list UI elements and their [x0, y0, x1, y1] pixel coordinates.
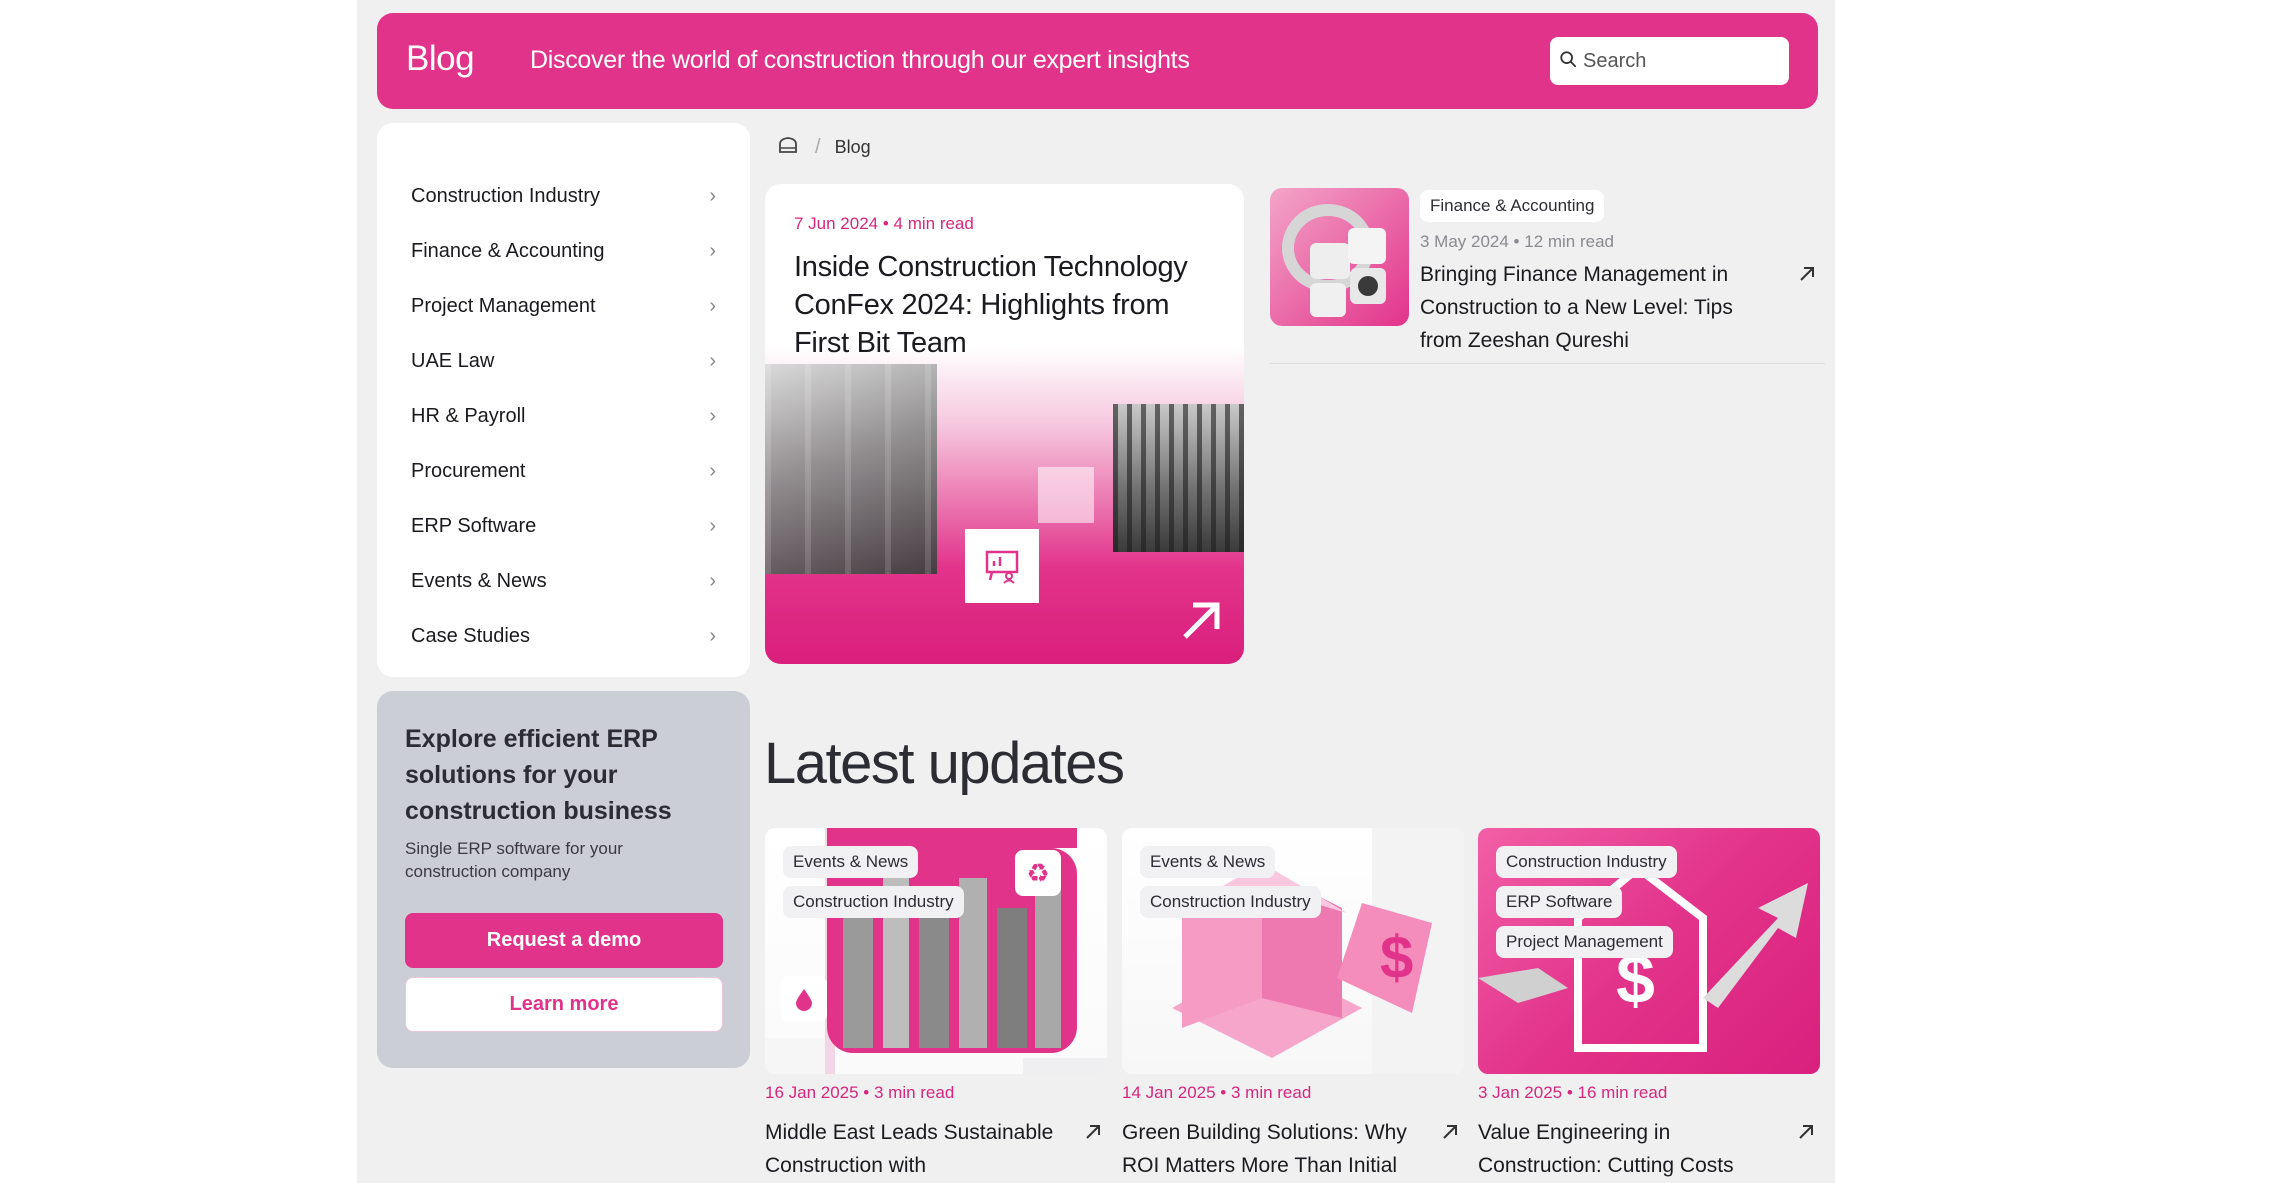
article-card-meta: 3 Jan 2025 • 16 min read [1478, 1083, 1668, 1102]
side-article[interactable]: Finance & Accounting 3 May 2024 • 12 min… [1270, 188, 1825, 364]
promo-title: Explore efficient ERP solutions for your… [405, 725, 672, 825]
featured-photo-right [1113, 404, 1244, 552]
category-tag[interactable]: Construction Industry [783, 886, 964, 918]
article-card-image: Events & News Construction Industry ♻ [765, 828, 1107, 1074]
arrow-up-right-icon[interactable] [1796, 1122, 1816, 1142]
search-input[interactable] [1581, 48, 1775, 74]
chevron-right-icon: › [709, 404, 716, 427]
breadcrumb-current: Blog [834, 137, 871, 157]
article-card-meta: 16 Jan 2025 • 3 min read [765, 1083, 955, 1102]
breadcrumb-separator: / [815, 136, 821, 158]
chevron-right-icon: › [709, 239, 716, 262]
sidebar-item-label: Events & News [411, 569, 547, 592]
blog-tagline: Discover the world of construction throu… [530, 46, 1190, 74]
sidebar-item-label: Finance & Accounting [411, 239, 605, 262]
arrow-up-right-icon[interactable] [1440, 1122, 1460, 1142]
chevron-right-icon: › [709, 349, 716, 372]
sidebar-item-finance-accounting[interactable]: Finance & Accounting › [411, 231, 716, 271]
category-tag[interactable]: Events & News [783, 846, 919, 878]
category-tag[interactable]: Events & News [1140, 846, 1276, 878]
article-card[interactable]: $ Construction Industry ERP Software Pro… [1478, 828, 1820, 1183]
side-article-thumbnail [1270, 188, 1409, 326]
promo-subtitle: Single ERP software for your constructio… [405, 839, 623, 881]
request-demo-button[interactable]: Request a demo [405, 913, 723, 968]
article-card-tags: Construction Industry ERP Software Proje… [1496, 846, 1677, 958]
category-tag[interactable]: Project Management [1496, 926, 1673, 958]
category-tag[interactable]: ERP Software [1496, 886, 1623, 918]
chevron-right-icon: › [709, 459, 716, 482]
category-sidebar: Construction Industry › Finance & Accoun… [377, 123, 750, 677]
category-tag[interactable]: Finance & Accounting [1420, 190, 1605, 222]
home-icon[interactable] [777, 134, 799, 161]
article-card-tags: Events & News Construction Industry [783, 846, 964, 918]
decorative-tile [1038, 467, 1094, 523]
arrow-up-right-icon[interactable] [1083, 1122, 1103, 1142]
featured-article-card[interactable]: 7 Jun 2024 • 4 min read Inside Construct… [765, 184, 1244, 664]
article-card-title[interactable]: Value Engineering in Construction: Cutti… [1478, 1116, 1778, 1182]
sidebar-item-label: Case Studies [411, 624, 530, 647]
featured-title[interactable]: Inside Construction Technology ConFex 20… [794, 248, 1214, 362]
recycle-icon: ♻ [1015, 850, 1061, 896]
sidebar-item-project-management[interactable]: Project Management › [411, 286, 716, 326]
article-card[interactable]: Events & News Construction Industry ♻ 16… [765, 828, 1107, 1183]
chevron-right-icon: › [709, 624, 716, 647]
sidebar-item-label: ERP Software [411, 514, 537, 537]
sidebar-item-construction-industry[interactable]: Construction Industry › [411, 176, 716, 216]
arrow-up-right-icon[interactable] [1797, 264, 1817, 284]
erp-promo: Explore efficient ERP solutions for your… [377, 691, 750, 1068]
sidebar-item-label: UAE Law [411, 349, 495, 372]
side-article-title[interactable]: Bringing Finance Management in Construct… [1420, 258, 1780, 357]
article-card-title[interactable]: Middle East Leads Sustainable Constructi… [765, 1116, 1065, 1182]
side-article-meta: 3 May 2024 • 12 min read [1420, 232, 1615, 251]
blog-brand[interactable]: Blog [406, 39, 475, 79]
sidebar-item-hr-payroll[interactable]: HR & Payroll › [411, 396, 716, 436]
sidebar-item-events-news[interactable]: Events & News › [411, 561, 716, 601]
featured-photo-left [765, 364, 937, 574]
article-card-title[interactable]: Green Building Solutions: Why ROI Matter… [1122, 1116, 1422, 1182]
sidebar-item-label: Procurement [411, 459, 526, 482]
svg-text:$: $ [1380, 924, 1413, 991]
sidebar-item-erp-software[interactable]: ERP Software › [411, 506, 716, 546]
chevron-right-icon: › [709, 184, 716, 207]
search-icon [1559, 50, 1577, 73]
chevron-right-icon: › [709, 514, 716, 537]
latest-updates-heading: Latest updates [764, 731, 1125, 796]
learn-more-button[interactable]: Learn more [405, 977, 723, 1032]
sidebar-item-case-studies[interactable]: Case Studies › [411, 616, 716, 656]
search-box[interactable] [1550, 37, 1789, 85]
article-card-meta: 14 Jan 2025 • 3 min read [1122, 1083, 1312, 1102]
chevron-right-icon: › [709, 569, 716, 592]
blog-header: Blog Discover the world of construction … [377, 13, 1818, 109]
article-card-image: $ Construction Industry ERP Software Pro… [1478, 828, 1820, 1074]
article-card-tags: Events & News Construction Industry [1140, 846, 1321, 918]
sidebar-item-uae-law[interactable]: UAE Law › [411, 341, 716, 381]
page: Blog Discover the world of construction … [357, 0, 1835, 1183]
category-tag[interactable]: Construction Industry [1496, 846, 1677, 878]
drop-icon [781, 976, 827, 1022]
article-card[interactable]: $ Events & News Construction Industry 14… [1122, 828, 1464, 1183]
sidebar-item-procurement[interactable]: Procurement › [411, 451, 716, 491]
sidebar-item-label: Construction Industry [411, 184, 600, 207]
sidebar-item-label: HR & Payroll [411, 404, 526, 427]
sidebar-item-label: Project Management [411, 294, 596, 317]
arrow-up-right-icon[interactable] [1177, 597, 1225, 645]
presentation-icon [965, 529, 1039, 603]
featured-meta: 7 Jun 2024 • 4 min read [794, 214, 974, 233]
category-tag[interactable]: Construction Industry [1140, 886, 1321, 918]
breadcrumb: / Blog [777, 134, 871, 161]
chevron-right-icon: › [709, 294, 716, 317]
article-card-image: $ Events & News Construction Industry [1122, 828, 1464, 1074]
